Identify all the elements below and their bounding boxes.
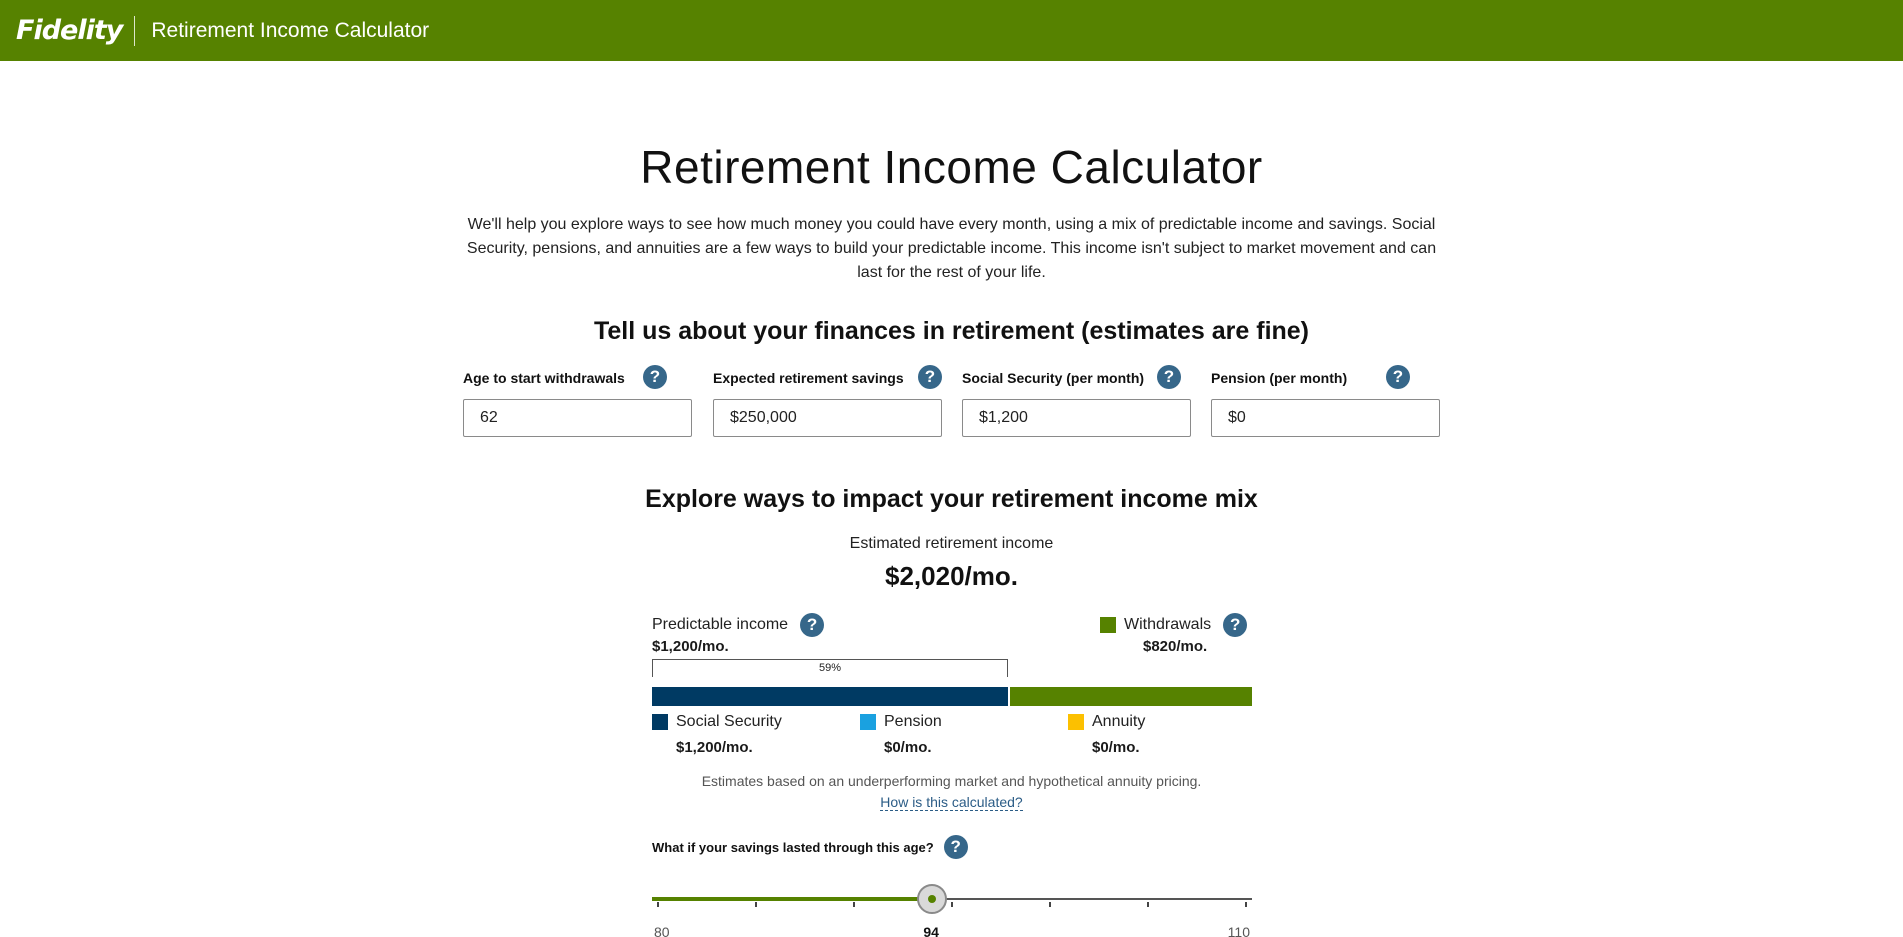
header-divider [134, 15, 136, 46]
income-mix-bar [652, 687, 1252, 706]
pension-help-icon[interactable]: ? [1386, 365, 1410, 389]
legend-pension-value: $0/mo. [884, 739, 932, 756]
slider-tick [1147, 902, 1149, 907]
social-security-swatch [652, 714, 668, 730]
predictable-income-text: Predictable income [652, 616, 789, 633]
slider-tick [853, 902, 855, 907]
predictable-bar-segment [652, 687, 1008, 706]
fidelity-logo[interactable]: Fidelity [16, 15, 123, 46]
estimate-value: $2,020/mo. [885, 561, 1018, 591]
age-help-icon[interactable]: ? [643, 365, 667, 389]
slider-min-label: 80 [654, 924, 670, 937]
whatif-help-icon[interactable]: ? [943, 835, 968, 859]
legend-social-security-label: Social Security [676, 713, 782, 730]
pension-input[interactable]: $0 [1211, 399, 1440, 437]
finances-heading: Tell us about your finances in retiremen… [0, 317, 1903, 346]
pension-swatch [860, 714, 876, 730]
explore-heading: Explore ways to impact your retirement i… [645, 485, 1258, 513]
legend-social-security-value: $1,200/mo. [676, 739, 753, 756]
whatif-label: What if your savings lasted through this… [652, 835, 968, 859]
predictable-income-value: $1,200/mo. [652, 638, 729, 655]
social-security-label-text: Social Security (per month) [962, 370, 1145, 386]
withdrawals-label: Withdrawals ? [1100, 613, 1248, 637]
savings-label-text: Expected retirement savings [713, 370, 904, 386]
age-label-text: Age to start withdrawals [463, 370, 625, 386]
savings-input[interactable]: $250,000 [713, 399, 942, 437]
withdrawals-help-icon[interactable]: ? [1223, 613, 1248, 637]
pension-label: Pension (per month) ? [1211, 365, 1440, 391]
top-nav-bar: Fidelity Retirement Income Calculator [0, 0, 1903, 61]
social-security-label: Social Security (per month) ? [962, 365, 1191, 391]
legend-social-security: Social Security $1,200/mo. [652, 713, 782, 756]
withdrawals-swatch [1100, 617, 1116, 633]
app-title: Retirement Income Calculator [151, 18, 430, 42]
slider-tick [657, 902, 659, 907]
age-slider[interactable]: 80 94 110 [652, 880, 1252, 937]
finances-heading-note: (estimates are fine) [1081, 317, 1310, 345]
age-input[interactable]: 62 [463, 399, 692, 437]
legend-pension: Pension $0/mo. [860, 713, 942, 756]
estimates-disclaimer: Estimates based on an underperforming ma… [701, 773, 1202, 789]
slider-fill [652, 897, 933, 901]
slider-tick [755, 902, 757, 907]
withdrawals-bar-segment [1010, 687, 1252, 706]
how-calculated-link[interactable]: How is this calculated? [880, 794, 1023, 811]
legend-annuity-value: $0/mo. [1092, 739, 1140, 756]
predictable-percent-label: 59% [818, 662, 842, 674]
legend-pension-label: Pension [884, 713, 942, 730]
age-label: Age to start withdrawals ? [463, 365, 692, 391]
whatif-text: What if your savings lasted through this… [652, 839, 934, 855]
intro-text: We'll help you explore ways to see how m… [466, 216, 1437, 281]
withdrawals-text: Withdrawals [1124, 616, 1212, 633]
slider-tick [1245, 902, 1247, 907]
age-field: Age to start withdrawals ? 62 [463, 365, 692, 437]
finances-heading-bold: Tell us about your finances in retiremen… [593, 317, 1075, 345]
social-security-input[interactable]: $1,200 [962, 399, 1191, 437]
slider-value-label: 94 [923, 924, 939, 937]
slider-tick [1049, 902, 1051, 907]
savings-help-icon[interactable]: ? [918, 365, 942, 389]
how-calculated-container: How is this calculated? [0, 794, 1903, 811]
social-security-field: Social Security (per month) ? $1,200 [962, 365, 1191, 437]
slider-thumb[interactable] [917, 884, 948, 914]
withdrawals-value: $820/mo. [1143, 638, 1208, 655]
slider-tick [951, 902, 953, 907]
social-security-help-icon[interactable]: ? [1157, 365, 1181, 389]
slider-max-label: 110 [1227, 924, 1250, 937]
legend-annuity-label: Annuity [1092, 713, 1146, 730]
estimate-label: Estimated retirement income [849, 535, 1054, 552]
predictable-income-label: Predictable income ? [652, 613, 825, 637]
annuity-swatch [1068, 714, 1084, 730]
predictable-percent-bracket: 59% [652, 659, 1008, 677]
slider-thumb-dot [928, 895, 937, 903]
pension-label-text: Pension (per month) [1211, 370, 1348, 386]
legend-annuity: Annuity $0/mo. [1068, 713, 1145, 756]
pension-field: Pension (per month) ? $0 [1211, 365, 1440, 437]
savings-label: Expected retirement savings ? [713, 365, 942, 391]
savings-field: Expected retirement savings ? $250,000 [713, 365, 942, 437]
page-title: Retirement Income Calculator [640, 141, 1263, 193]
predictable-help-icon[interactable]: ? [800, 613, 825, 637]
